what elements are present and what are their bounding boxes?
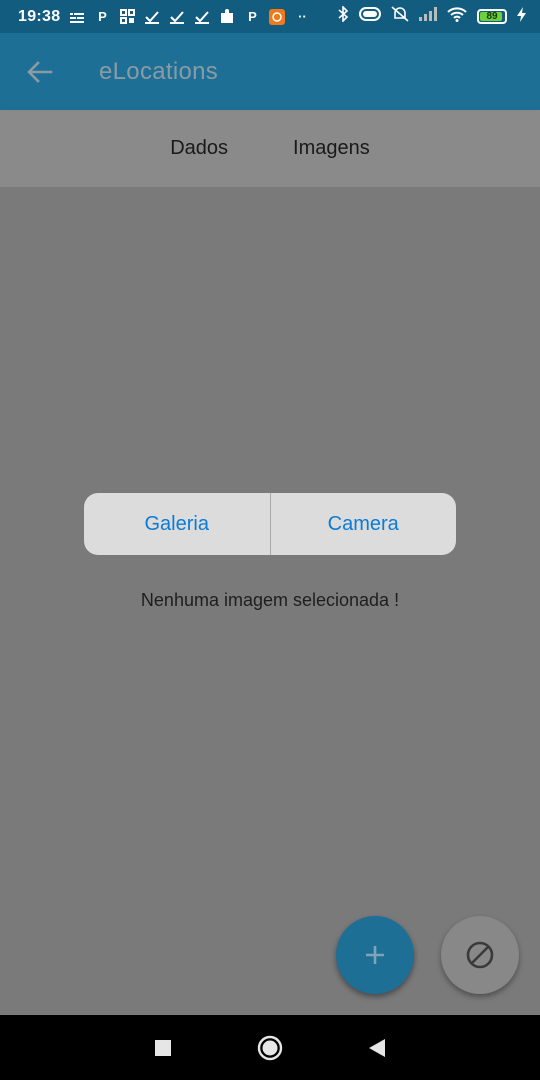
tab-bar: Dados Imagens: [0, 110, 540, 187]
status-right: 89: [338, 5, 526, 27]
camera-button[interactable]: Camera: [271, 493, 457, 555]
status-time: 19:38: [18, 7, 61, 25]
toggle-icon: [359, 7, 381, 26]
dots-icon: ··: [298, 9, 307, 24]
p-icon: P: [98, 9, 107, 24]
mute-icon: [391, 6, 409, 27]
home-button[interactable]: [250, 1028, 290, 1068]
block-icon: [466, 941, 494, 969]
sliders-icon: [69, 9, 85, 25]
page-title: eLocations: [99, 57, 219, 85]
add-button[interactable]: [336, 916, 414, 994]
wifi-icon: [447, 6, 467, 27]
p-icon: P: [248, 9, 257, 24]
signal-icon: [419, 7, 437, 26]
app-icon: [269, 8, 286, 25]
puzzle-icon: [219, 9, 235, 25]
circle-icon: [257, 1035, 283, 1060]
system-nav-bar: [0, 1015, 540, 1080]
plus-icon: [366, 946, 384, 964]
app-bar: eLocations: [0, 33, 540, 110]
empty-state-message: Nenhuma imagem selecionada !: [140, 590, 400, 610]
recents-button[interactable]: [143, 1028, 183, 1068]
check-icon: [169, 9, 185, 25]
cancel-button[interactable]: [441, 916, 519, 994]
arrow-left-icon: [27, 60, 53, 83]
check-icon: [144, 9, 160, 25]
status-left: 19:38 P P ··: [18, 8, 338, 26]
check-icon: [194, 9, 210, 25]
back-button[interactable]: [20, 52, 60, 92]
battery-icon: 89: [477, 9, 507, 24]
bluetooth-icon: [338, 5, 349, 27]
triangle-back-icon: [368, 1038, 385, 1057]
status-bar: 19:38 P P ·· 89: [0, 0, 540, 33]
square-icon: [155, 1039, 172, 1056]
battery-percent: 89: [486, 11, 498, 22]
qr-icon: [119, 9, 135, 25]
tab-imagens[interactable]: Imagens: [293, 129, 370, 168]
tab-dados[interactable]: Dados: [170, 129, 228, 168]
back-nav-button[interactable]: [357, 1028, 397, 1068]
gallery-button[interactable]: Galeria: [84, 493, 270, 555]
image-source-selector: Galeria Camera: [84, 493, 456, 555]
charging-icon: [517, 6, 526, 27]
